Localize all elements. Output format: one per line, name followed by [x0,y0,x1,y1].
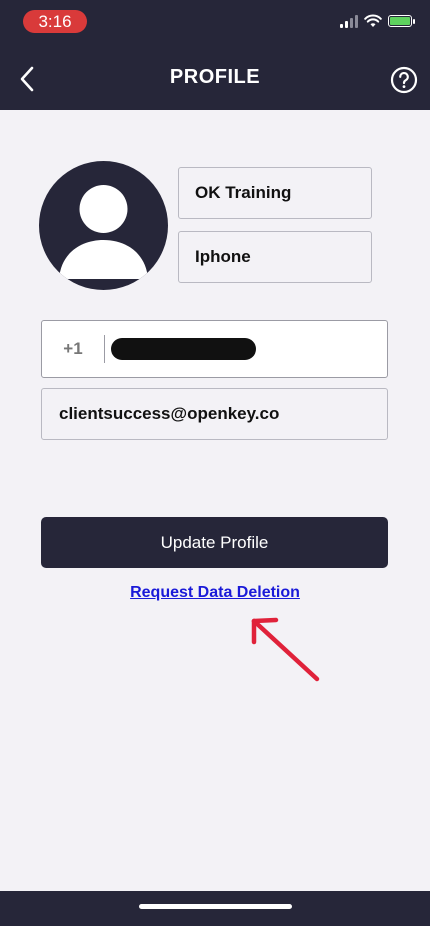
annotation-arrow-icon [251,617,320,682]
last-name-field[interactable]: Iphone [178,231,372,283]
home-indicator[interactable] [139,904,292,909]
avatar[interactable] [39,161,168,290]
top-bar: 3:16 PROFILE [0,0,430,110]
email-field[interactable]: clientsuccess@openkey.co [41,388,388,440]
phone-number-redacted [111,338,256,360]
first-name-field[interactable]: OK Training [178,167,372,219]
country-code[interactable]: +1 [42,339,104,359]
cellular-signal-icon [340,14,358,28]
phone-field[interactable]: +1 [41,320,388,378]
last-name-value: Iphone [195,247,251,266]
battery-charging-icon [388,15,415,27]
first-name-value: OK Training [195,183,292,202]
question-circle-icon [390,66,418,94]
phone-divider [104,335,105,363]
page-title: PROFILE [169,66,261,88]
request-data-deletion-link[interactable]: Request Data Deletion [0,584,430,602]
help-button[interactable] [390,66,418,94]
user-avatar-icon [59,185,148,279]
update-profile-button[interactable]: Update Profile [41,517,388,568]
bottom-bar [0,891,430,926]
status-time: 3:16 [23,10,87,33]
email-value: clientsuccess@openkey.co [59,404,280,423]
status-icons [340,14,415,28]
wifi-icon [364,14,382,27]
